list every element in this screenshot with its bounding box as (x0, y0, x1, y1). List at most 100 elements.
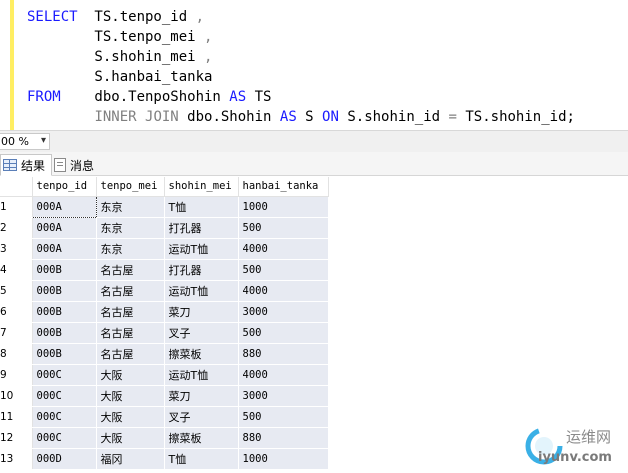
sql-editor[interactable]: SELECT TS.tenpo_id , TS.tenpo_mei , S.sh… (0, 0, 628, 130)
table-row[interactable]: 10 000C 大阪 菜刀 3000 (0, 385, 329, 407)
cell-tenpo_mei[interactable]: 大阪 (96, 385, 165, 407)
column-header[interactable]: shohin_mei (164, 177, 239, 197)
cell-tenpo_id[interactable]: 000C (32, 427, 97, 449)
sql-operator: , (195, 9, 205, 25)
cell-shohin_mei[interactable]: 擦菜板 (164, 343, 239, 365)
watermark-url: iyunv.com (538, 450, 612, 465)
cell-tenpo_mei[interactable]: 名古屋 (96, 259, 165, 281)
cell-shohin_mei[interactable]: 叉子 (164, 406, 239, 428)
table-row[interactable]: 5 000B 名古屋 运动T恤 4000 (0, 280, 329, 302)
cell-shohin_mei[interactable]: 运动T恤 (164, 280, 239, 302)
sql-token: TS.shohin_id; (456, 109, 575, 125)
cell-tenpo_mei[interactable]: 东京 (96, 238, 165, 260)
row-number[interactable]: 1 (0, 196, 33, 218)
tab-results[interactable]: 结果 (0, 154, 53, 176)
sql-code[interactable]: SELECT TS.tenpo_id , TS.tenpo_mei , S.sh… (27, 7, 575, 127)
cell-hanbai_tanka[interactable]: 4000 (238, 280, 329, 302)
zoom-bar: 00 % ▾ (0, 130, 628, 152)
cell-tenpo_id[interactable]: 000B (32, 280, 97, 302)
cell-tenpo_id[interactable]: 000C (32, 385, 97, 407)
table-row[interactable]: 13 000D 福冈 T恤 1000 (0, 448, 329, 470)
sql-line: S.shohin_mei , (27, 47, 575, 67)
cell-shohin_mei[interactable]: 运动T恤 (164, 238, 239, 260)
cell-hanbai_tanka[interactable]: 880 (238, 427, 329, 449)
cell-hanbai_tanka[interactable]: 500 (238, 322, 329, 344)
cell-hanbai_tanka[interactable]: 1000 (238, 448, 329, 470)
column-header[interactable]: tenpo_id (32, 177, 97, 197)
table-row[interactable]: 6 000B 名古屋 菜刀 3000 (0, 301, 329, 323)
column-header[interactable]: tenpo_mei (96, 177, 165, 197)
row-number[interactable]: 10 (0, 385, 33, 407)
table-row[interactable]: 7 000B 名古屋 叉子 500 (0, 322, 329, 344)
cell-shohin_mei[interactable]: 打孔器 (164, 217, 239, 239)
cell-hanbai_tanka[interactable]: 500 (238, 217, 329, 239)
row-number[interactable]: 13 (0, 448, 33, 470)
row-number[interactable]: 2 (0, 217, 33, 239)
cell-tenpo_mei[interactable]: 东京 (96, 217, 165, 239)
cell-tenpo_mei[interactable]: 名古屋 (96, 280, 165, 302)
cell-tenpo_id[interactable]: 000C (32, 406, 97, 428)
cell-tenpo_id[interactable]: 000D (32, 448, 97, 470)
cell-tenpo_mei[interactable]: 福冈 (96, 448, 165, 470)
row-number[interactable]: 7 (0, 322, 33, 344)
column-header[interactable]: hanbai_tanka (238, 177, 329, 197)
cell-hanbai_tanka[interactable]: 500 (238, 406, 329, 428)
cell-tenpo_id[interactable]: 000B (32, 259, 97, 281)
sql-token: TS (246, 89, 272, 105)
row-number[interactable]: 11 (0, 406, 33, 428)
cell-hanbai_tanka[interactable]: 3000 (238, 301, 329, 323)
cell-tenpo_mei[interactable]: 大阪 (96, 406, 165, 428)
cell-shohin_mei[interactable]: 打孔器 (164, 259, 239, 281)
row-number[interactable]: 9 (0, 364, 33, 386)
zoom-select[interactable]: 00 % ▾ (0, 133, 50, 150)
cell-tenpo_mei[interactable]: 名古屋 (96, 301, 165, 323)
cell-tenpo_id[interactable]: 000C (32, 364, 97, 386)
cell-tenpo_id[interactable]: 000B (32, 301, 97, 323)
table-row[interactable]: 4 000B 名古屋 打孔器 500 (0, 259, 329, 281)
cell-tenpo_mei[interactable]: 名古屋 (96, 322, 165, 344)
cell-shohin_mei[interactable]: 叉子 (164, 322, 239, 344)
cell-tenpo_mei[interactable]: 大阪 (96, 427, 165, 449)
cell-tenpo_id[interactable]: 000A (31, 195, 97, 218)
row-number[interactable]: 5 (0, 280, 33, 302)
cell-tenpo_mei[interactable]: 东京 (96, 196, 165, 218)
table-row[interactable]: 11 000C 大阪 叉子 500 (0, 406, 329, 428)
table-row[interactable]: 8 000B 名古屋 擦菜板 880 (0, 343, 329, 365)
table-row[interactable]: 9 000C 大阪 运动T恤 4000 (0, 364, 329, 386)
chevron-down-icon[interactable]: ▾ (41, 135, 46, 146)
row-number[interactable]: 4 (0, 259, 33, 281)
cell-tenpo_id[interactable]: 000A (32, 217, 97, 239)
cell-hanbai_tanka[interactable]: 880 (238, 343, 329, 365)
cell-shohin_mei[interactable]: T恤 (164, 448, 239, 470)
cell-hanbai_tanka[interactable]: 4000 (238, 238, 329, 260)
cell-shohin_mei[interactable]: 运动T恤 (164, 364, 239, 386)
cell-tenpo_mei[interactable]: 名古屋 (96, 343, 165, 365)
row-number[interactable]: 3 (0, 238, 33, 260)
row-number[interactable]: 8 (0, 343, 33, 365)
sql-token: TS.tenpo_mei (27, 29, 205, 45)
row-number[interactable]: 6 (0, 301, 33, 323)
cell-tenpo_id[interactable]: 000B (32, 343, 97, 365)
table-row[interactable]: 12 000C 大阪 擦菜板 880 (0, 427, 329, 449)
table-row[interactable]: 3 000A 东京 运动T恤 4000 (0, 238, 329, 260)
row-number-header[interactable] (0, 177, 33, 197)
cell-hanbai_tanka[interactable]: 4000 (238, 364, 329, 386)
sql-token: TS.tenpo_id (77, 9, 196, 25)
cell-tenpo_id[interactable]: 000A (32, 238, 97, 260)
sql-keyword: AS (279, 109, 297, 125)
table-row[interactable]: 2 000A 东京 打孔器 500 (0, 217, 329, 239)
cell-hanbai_tanka[interactable]: 1000 (238, 196, 329, 218)
cell-tenpo_id[interactable]: 000B (32, 322, 97, 344)
table-row[interactable]: 1 000A 东京 T恤 1000 (0, 195, 329, 218)
cell-tenpo_mei[interactable]: 大阪 (96, 364, 165, 386)
cell-shohin_mei[interactable]: 菜刀 (164, 301, 239, 323)
cell-shohin_mei[interactable]: 擦菜板 (164, 427, 239, 449)
cell-hanbai_tanka[interactable]: 3000 (238, 385, 329, 407)
cell-shohin_mei[interactable]: 菜刀 (164, 385, 239, 407)
cell-shohin_mei[interactable]: T恤 (164, 196, 239, 218)
tab-messages[interactable]: 消息 (52, 154, 100, 176)
sql-token: S.hanbai_tanka (27, 69, 213, 85)
row-number[interactable]: 12 (0, 427, 33, 449)
cell-hanbai_tanka[interactable]: 500 (238, 259, 329, 281)
results-grid[interactable]: tenpo_id tenpo_mei shohin_mei hanbai_tan… (0, 177, 329, 470)
